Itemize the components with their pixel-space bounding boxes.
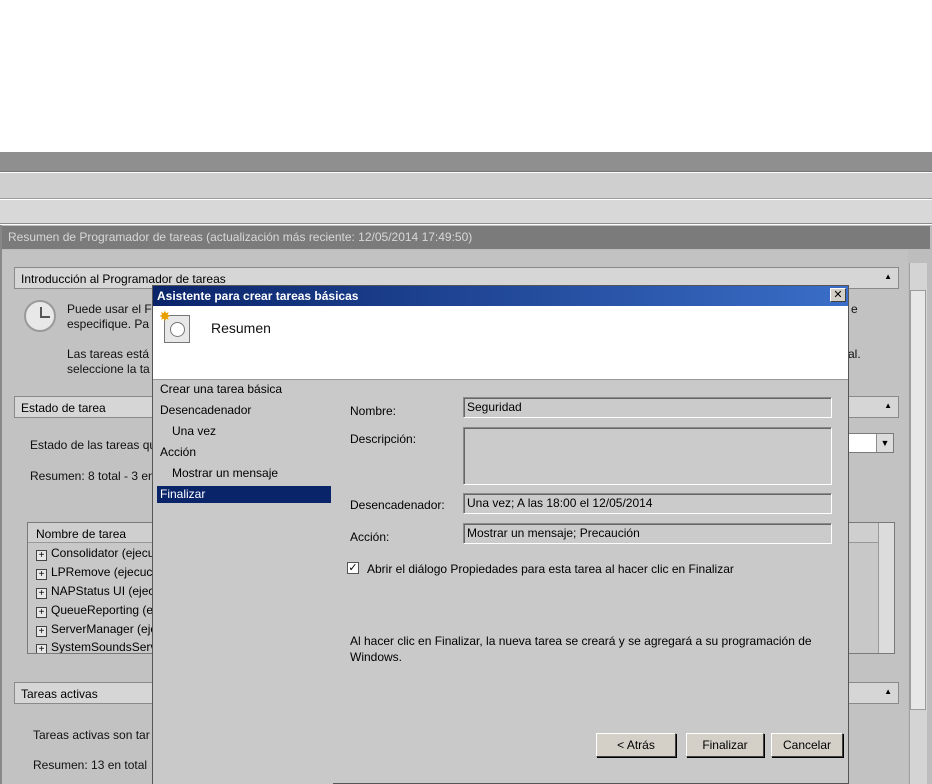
table-row[interactable]: + LPRemove (ejecuci — [36, 565, 155, 584]
info-text: Al hacer clic en Finalizar, la nueva tar… — [350, 634, 812, 648]
description-label: Descripción: — [350, 432, 417, 446]
dialog-header — [153, 306, 848, 380]
table-row[interactable]: + Consolidator (ejecu — [36, 546, 154, 565]
expand-icon[interactable]: + — [36, 607, 47, 618]
wizard-steps — [153, 381, 333, 784]
intro-text-line: Puede usar el F — [67, 302, 152, 316]
trigger-field[interactable]: Una vez; A las 18:00 el 12/05/2014 — [463, 493, 832, 514]
status-label: Estado de las tareas qu — [30, 438, 157, 452]
intro-text-line: Las tareas está — [67, 347, 150, 361]
table-row[interactable]: + QueueReporting (e — [36, 603, 153, 622]
summary-header: Resumen de Programador de tareas (actual… — [2, 226, 930, 249]
step-action[interactable]: Acción — [160, 445, 196, 459]
chevron-down-icon[interactable]: ▼ — [876, 434, 893, 452]
table-row[interactable]: + SystemSoundsServ — [36, 640, 156, 653]
action-field[interactable]: Mostrar un mensaje; Precaución — [463, 523, 832, 544]
dialog-heading: Resumen — [211, 320, 271, 336]
intro-text-fragment: e — [851, 302, 858, 316]
intro-text-line: especifique. Pa — [67, 317, 150, 331]
info-text: Windows. — [350, 650, 403, 664]
desktop-area — [0, 0, 932, 152]
expand-icon[interactable]: + — [36, 644, 47, 653]
table-row[interactable]: + ServerManager (eje — [36, 622, 157, 641]
action-label: Acción: — [350, 530, 390, 544]
app-title-bar — [0, 152, 932, 172]
wizard-clock-icon: ✸ — [159, 308, 190, 343]
open-properties-checkbox[interactable]: ✓ — [347, 562, 359, 574]
status-panel-title: Estado de tarea — [21, 401, 106, 415]
app-menu-bar — [0, 173, 932, 199]
task-list-scrollbar[interactable] — [878, 523, 894, 653]
dialog-title: Asistente para crear tareas básicas — [157, 289, 359, 303]
table-row[interactable]: + NAPStatus UI (ejecu — [36, 584, 161, 603]
clock-icon — [24, 300, 56, 332]
close-icon[interactable]: ✕ — [830, 288, 846, 302]
expand-icon[interactable]: + — [36, 588, 47, 599]
name-label: Nombre: — [350, 404, 397, 418]
dialog-title-bar[interactable]: Asistente para crear tareas básicas — [153, 286, 848, 306]
collapse-icon[interactable]: ▲ — [884, 687, 892, 696]
intro-text-line: seleccione la ta — [67, 362, 150, 376]
intro-panel-title: Introducción al Programador de tareas — [21, 272, 226, 286]
back-button[interactable]: < Atrás — [596, 733, 676, 757]
expand-icon[interactable]: + — [36, 626, 47, 637]
collapse-icon[interactable]: ▲ — [884, 272, 892, 281]
step-trigger[interactable]: Desencadenador — [160, 403, 251, 417]
main-scrollbar-thumb[interactable] — [910, 290, 926, 710]
intro-text-fragment: al. — [848, 347, 861, 361]
step-finish[interactable]: Finalizar — [160, 487, 205, 501]
status-summary: Resumen: 8 total - 3 en — [30, 469, 155, 483]
step-create-task[interactable]: Crear una tarea básica — [160, 382, 282, 396]
open-properties-label[interactable]: Abrir el diálogo Propiedades para esta t… — [367, 562, 734, 576]
name-field[interactable]: Seguridad — [463, 397, 832, 418]
description-field[interactable] — [463, 427, 832, 485]
step-once[interactable]: Una vez — [172, 424, 216, 438]
cancel-button[interactable]: Cancelar — [771, 733, 843, 757]
collapse-icon[interactable]: ▲ — [884, 401, 892, 410]
expand-icon[interactable]: + — [36, 550, 47, 561]
finish-button[interactable]: Finalizar — [686, 733, 764, 757]
step-show-message[interactable]: Mostrar un mensaje — [172, 466, 278, 480]
active-summary: Resumen: 13 en total — [33, 758, 148, 772]
active-panel-title: Tareas activas — [21, 687, 98, 701]
expand-icon[interactable]: + — [36, 569, 47, 580]
active-text: Tareas activas son tar — [33, 728, 150, 742]
trigger-label: Desencadenador: — [350, 498, 445, 512]
app-toolbar — [0, 200, 932, 224]
